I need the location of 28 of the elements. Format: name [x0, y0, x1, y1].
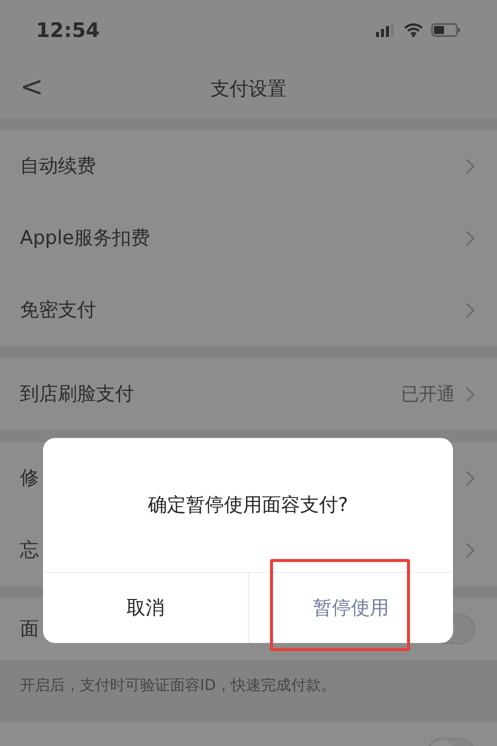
battery-icon [431, 23, 461, 37]
row-label: 到店刷脸支付 [20, 382, 134, 407]
row-label: 面 [20, 616, 39, 642]
row-label: Apple服务扣费 [20, 226, 150, 251]
wifi-icon [404, 23, 423, 37]
settings-row[interactable]: 到店刷脸支付 已开通 [0, 358, 497, 430]
row-label: 免密支付 [20, 298, 96, 323]
chevron-icon [465, 158, 475, 174]
row-label: 自动续费 [20, 154, 96, 179]
confirm-button[interactable]: 暂停使用 [248, 573, 453, 643]
row-value: 已开通 [401, 382, 455, 406]
chevron-icon [465, 470, 475, 486]
status-time: 12:54 [36, 17, 100, 44]
settings-row[interactable]: 自动续费 [0, 130, 497, 202]
settings-row[interactable]: 免密支付 [0, 274, 497, 346]
back-button[interactable]: < [14, 70, 50, 104]
dialog-message: 确定暂停使用面容支付? [146, 492, 350, 518]
settings-row[interactable]: Apple服务扣费 [0, 202, 497, 274]
row-label: 修 [20, 466, 39, 491]
chevron-icon [465, 386, 475, 402]
row-label: 忘 [20, 538, 39, 563]
hint-text: 开启后，支付时可验证面容ID，快速完成付款。 [19, 674, 337, 696]
cancel-button[interactable]: 取消 [43, 573, 248, 643]
signal-icon [376, 24, 396, 36]
chevron-icon [465, 230, 475, 246]
page-title: 支付设置 [210, 76, 286, 102]
chevron-icon [465, 302, 475, 318]
chevron-icon [465, 542, 475, 558]
